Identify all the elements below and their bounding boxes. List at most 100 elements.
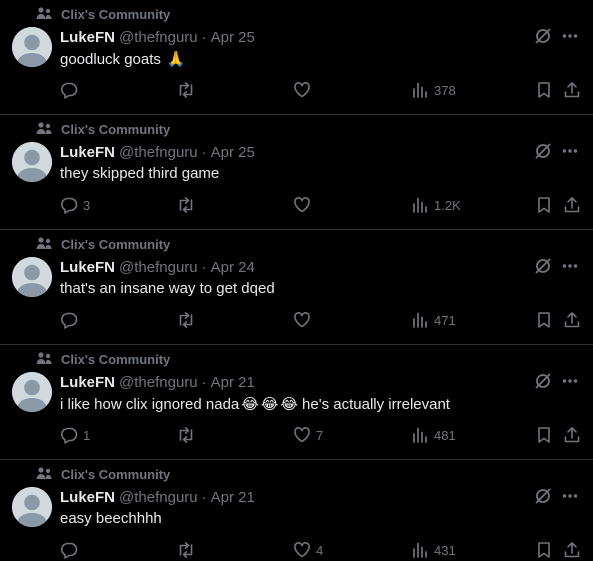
share-icon (564, 542, 580, 558)
post-date[interactable]: Apr 21 (211, 489, 255, 506)
user-handle[interactable]: @thefnguru (119, 144, 198, 161)
bookmark-button[interactable] (535, 309, 553, 331)
reply-icon (61, 197, 78, 214)
like-count: 7 (316, 427, 324, 443)
more-icon[interactable] (562, 372, 578, 390)
like-button[interactable] (293, 79, 316, 101)
more-icon[interactable] (562, 27, 578, 45)
like-button[interactable]: 7 (293, 424, 323, 446)
views-icon (413, 312, 427, 328)
more-icon[interactable] (562, 487, 578, 505)
post-date[interactable]: Apr 25 (211, 144, 255, 161)
reply-icon (61, 312, 78, 329)
post[interactable]: Clix's Community LukeFN @thefnguru · Apr… (0, 0, 593, 115)
display-name[interactable]: LukeFN (60, 29, 115, 46)
display-name[interactable]: LukeFN (60, 259, 115, 276)
grok-icon[interactable] (534, 487, 552, 505)
community-name: Clix's Community (61, 466, 171, 482)
repost-button[interactable] (176, 79, 201, 101)
share-button[interactable] (563, 194, 581, 216)
like-button[interactable]: 4 (293, 539, 323, 561)
post[interactable]: Clix's Community LukeFN @thefnguru · Apr… (0, 460, 593, 561)
reply-button[interactable]: 3 (60, 194, 90, 216)
post-date[interactable]: Apr 25 (211, 29, 255, 46)
post-text-tail: he's actually irrelevant (297, 395, 450, 413)
reply-button[interactable] (60, 79, 83, 101)
post-header: LukeFN @thefnguru · Apr 25 (60, 28, 255, 46)
post-text: they skipped third game (60, 165, 219, 182)
heart-icon (294, 542, 310, 558)
views-icon (413, 542, 427, 558)
display-name[interactable]: LukeFN (60, 489, 115, 506)
views-button[interactable]: 471 (411, 309, 456, 331)
share-button[interactable] (563, 424, 581, 446)
share-button[interactable] (563, 309, 581, 331)
reply-button[interactable] (60, 309, 83, 331)
default-avatar-icon (12, 142, 52, 182)
post-date[interactable]: Apr 21 (211, 374, 255, 391)
bookmark-button[interactable] (535, 79, 553, 101)
bookmark-icon (538, 312, 550, 328)
avatar[interactable] (12, 27, 52, 67)
display-name[interactable]: LukeFN (60, 374, 115, 391)
grok-icon[interactable] (534, 257, 552, 275)
more-icon[interactable] (562, 142, 578, 160)
post[interactable]: Clix's Community LukeFN @thefnguru · Apr… (0, 345, 593, 460)
repost-button[interactable] (176, 424, 201, 446)
views-button[interactable]: 431 (411, 539, 456, 561)
community-name: Clix's Community (61, 6, 171, 22)
views-button[interactable]: 378 (411, 79, 456, 101)
avatar[interactable] (12, 372, 52, 412)
folded-hands-emoji: 🙏 (166, 51, 186, 68)
bookmark-button[interactable] (535, 194, 553, 216)
user-handle[interactable]: @thefnguru (119, 29, 198, 46)
community-label[interactable]: Clix's Community (36, 121, 170, 137)
avatar[interactable] (12, 487, 52, 527)
more-icon[interactable] (562, 257, 578, 275)
reply-button[interactable] (60, 539, 83, 561)
separator-dot: · (201, 373, 207, 391)
community-label[interactable]: Clix's Community (36, 236, 170, 252)
like-button[interactable] (293, 309, 316, 331)
grok-icon[interactable] (534, 27, 552, 45)
community-name: Clix's Community (61, 236, 171, 252)
like-button[interactable] (293, 194, 316, 216)
community-label[interactable]: Clix's Community (36, 6, 170, 22)
post[interactable]: Clix's Community LukeFN @thefnguru · Apr… (0, 115, 593, 230)
bookmark-button[interactable] (535, 424, 553, 446)
share-button[interactable] (563, 539, 581, 561)
post-text: easy beechhhh (60, 510, 162, 527)
post-header: LukeFN @thefnguru · Apr 21 (60, 488, 255, 506)
user-handle[interactable]: @thefnguru (119, 259, 198, 276)
grok-icon[interactable] (534, 142, 552, 160)
user-handle[interactable]: @thefnguru (119, 489, 198, 506)
reply-button[interactable]: 1 (60, 424, 90, 446)
community-name: Clix's Community (61, 121, 171, 137)
post[interactable]: Clix's Community LukeFN @thefnguru · Apr… (0, 230, 593, 345)
community-label[interactable]: Clix's Community (36, 351, 170, 367)
share-button[interactable] (563, 79, 581, 101)
post-actions: 4 431 (60, 539, 581, 561)
user-handle[interactable]: @thefnguru (119, 374, 198, 391)
community-name: Clix's Community (61, 351, 171, 367)
views-button[interactable]: 1.2K (411, 194, 461, 216)
display-name[interactable]: LukeFN (60, 144, 115, 161)
separator-dot: · (201, 488, 207, 506)
grok-icon[interactable] (534, 372, 552, 390)
community-label[interactable]: Clix's Community (36, 466, 170, 482)
repost-button[interactable] (176, 309, 201, 331)
avatar[interactable] (12, 257, 52, 297)
repost-button[interactable] (176, 539, 201, 561)
bookmark-button[interactable] (535, 539, 553, 561)
post-actions: 378 (60, 79, 581, 101)
post-header: LukeFN @thefnguru · Apr 21 (60, 373, 255, 391)
reply-icon (61, 427, 78, 444)
view-count: 1.2K (434, 197, 461, 213)
repost-button[interactable] (176, 194, 201, 216)
share-icon (564, 197, 580, 213)
post-date[interactable]: Apr 24 (211, 259, 255, 276)
views-button[interactable]: 481 (411, 424, 456, 446)
post-text-body: i like how clix ignored nada (60, 395, 240, 413)
repost-icon (179, 82, 193, 98)
avatar[interactable] (12, 142, 52, 182)
